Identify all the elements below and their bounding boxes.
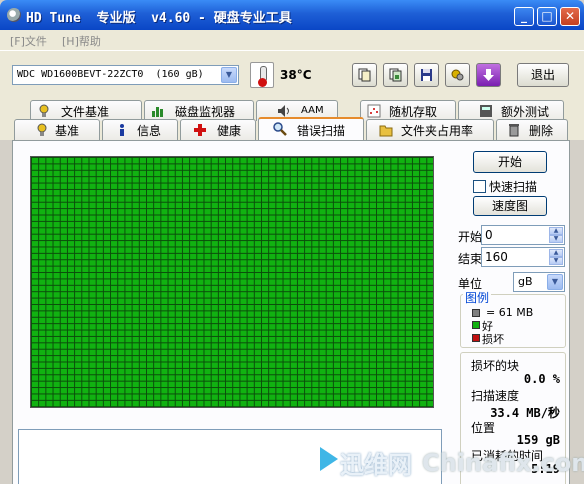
arrow-down-icon — [483, 69, 494, 81]
spin-down-icon[interactable]: ▼ — [549, 235, 563, 243]
drive-select-value: WDC WD1600BEVT-22ZCT0 (160 gB) — [17, 69, 204, 80]
bar-chart-icon — [152, 107, 163, 117]
tab-label: 信息 — [137, 124, 162, 138]
menu-bar: [F]文件 [H]帮助 — [0, 30, 584, 50]
quick-scan-checkbox[interactable] — [473, 180, 486, 193]
damaged-blocks-value: 0.0 % — [523, 372, 560, 386]
tab-file-benchmark[interactable]: 文件基准 — [30, 100, 142, 121]
watermark: 迅维网 Chinafix.com — [316, 441, 584, 484]
exit-button[interactable]: 退出 — [517, 63, 569, 87]
app-icon — [7, 8, 21, 22]
unit-select[interactable]: gB ▼ — [513, 272, 565, 292]
tab-folder-usage[interactable]: 文件夹占用率 — [366, 119, 494, 140]
tab-label: 文件夹占用率 — [401, 124, 474, 138]
temperature-readout: 38°C — [280, 68, 312, 82]
thermometer-icon — [250, 62, 274, 88]
end-position-spinner[interactable]: 160 ▲ ▼ — [481, 247, 565, 267]
tab-label: 文件基准 — [61, 105, 110, 119]
scan-speed-value: 33.4 MB/秒 — [490, 406, 560, 420]
error-scan-block-map — [30, 156, 434, 408]
minimize-button[interactable]: _ — [514, 7, 534, 26]
scan-speed-label: 扫描速度 — [471, 389, 520, 403]
tab-label: 基准 — [55, 124, 80, 138]
title-bar[interactable]: HD Tune 专业版 v4.60 - 硬盘专业工具 _ □ ✕ — [0, 0, 584, 30]
tab-disk-monitor[interactable]: 磁盘监视器 — [144, 100, 254, 121]
maximize-button[interactable]: □ — [537, 7, 557, 26]
magnifier-icon — [273, 122, 287, 136]
spin-up-icon[interactable]: ▲ — [549, 227, 563, 235]
menu-help[interactable]: [H]帮助 — [62, 33, 101, 49]
quick-scan-label: 快速扫描 — [489, 180, 538, 194]
copy-text-button[interactable] — [352, 63, 377, 87]
copy-icon — [358, 68, 371, 82]
start-position-spinner[interactable]: 0 ▲ ▼ — [481, 225, 565, 245]
watermark-brand-en: Chinafix.com — [422, 449, 584, 477]
tab-extra-tests[interactable]: 额外测试 — [458, 100, 564, 121]
tab-benchmark[interactable]: 基准 — [14, 119, 100, 140]
tab-label: 健康 — [217, 124, 242, 138]
tab-health[interactable]: 健康 — [180, 119, 256, 140]
legend-good-swatch — [472, 321, 480, 329]
unit-value: gB — [518, 275, 533, 288]
legend-bad-label: 损坏 — [482, 333, 504, 346]
options-button[interactable] — [445, 63, 470, 87]
position-label: 位置 — [471, 421, 496, 435]
chevron-down-icon[interactable]: ▼ — [547, 274, 563, 290]
tab-label: AAM — [301, 105, 324, 116]
trash-icon — [509, 124, 519, 137]
copy-image-icon — [389, 68, 402, 82]
start-value: 0 — [485, 228, 493, 242]
toolbar: WDC WD1600BEVT-22ZCT0 (160 gB) ▼ 38°C 退出 — [0, 50, 584, 98]
end-value: 160 — [485, 250, 508, 264]
tab-erase[interactable]: 删除 — [496, 119, 568, 140]
scatter-icon — [367, 104, 381, 118]
tab-label: 额外测试 — [501, 105, 550, 119]
spin-up-icon[interactable]: ▲ — [549, 249, 563, 257]
tab-label: 磁盘监视器 — [175, 105, 236, 119]
damaged-blocks-label: 损坏的块 — [471, 359, 520, 373]
legend-block-swatch — [472, 309, 480, 317]
info-icon — [120, 124, 124, 136]
spin-down-icon[interactable]: ▼ — [549, 257, 563, 265]
tab-random-access[interactable]: 随机存取 — [360, 100, 456, 121]
speed-map-button[interactable]: 速度图 — [473, 196, 547, 216]
legend-bad-swatch — [472, 334, 480, 342]
tab-label: 删除 — [529, 124, 554, 138]
drive-select[interactable]: WDC WD1600BEVT-22ZCT0 (160 gB) ▼ — [12, 65, 239, 85]
save-button[interactable] — [414, 63, 439, 87]
wrench-icon — [451, 69, 464, 81]
end-label: 结束 — [458, 252, 483, 266]
menu-file[interactable]: [F]文件 — [10, 33, 47, 49]
close-button[interactable]: ✕ — [560, 7, 580, 26]
red-cross-icon — [194, 124, 206, 136]
legend-block-size: = 61 MB — [486, 306, 534, 319]
bulb-icon — [39, 104, 49, 117]
watermark-brand-cn: 迅维网 — [340, 451, 412, 479]
download-button[interactable] — [476, 63, 501, 87]
tab-error-scan[interactable]: 错误扫描 — [258, 117, 364, 140]
floppy-disk-icon — [421, 69, 432, 81]
start-label: 开始 — [458, 230, 483, 244]
calculator-icon — [480, 105, 492, 117]
tab-label: 错误扫描 — [297, 124, 346, 138]
folder-icon — [379, 125, 393, 137]
chevron-down-icon[interactable]: ▼ — [221, 67, 237, 83]
bulb-icon — [37, 123, 47, 136]
start-scan-button[interactable]: 开始 — [473, 151, 547, 173]
copy-image-button[interactable] — [383, 63, 408, 87]
speaker-icon — [278, 105, 289, 117]
tab-label: 随机存取 — [389, 105, 438, 119]
legend-title: 图例 — [463, 289, 492, 306]
tab-info[interactable]: 信息 — [102, 119, 178, 140]
window-title: HD Tune 专业版 v4.60 - 硬盘专业工具 — [26, 11, 292, 26]
tab-strip: 文件基准 磁盘监视器 AAM 随机存取 额外测试 基准 信息 健康 错误扫描 文… — [0, 98, 584, 140]
